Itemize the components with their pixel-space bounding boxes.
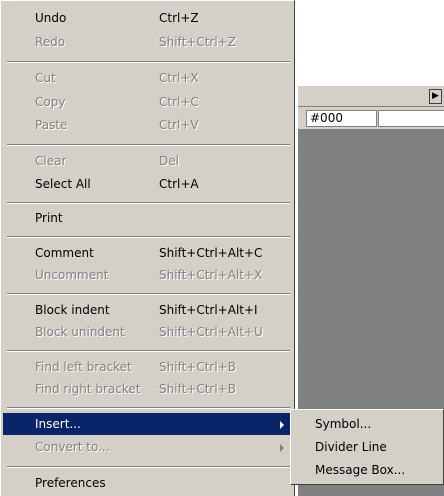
menu-separator bbox=[7, 350, 290, 352]
menu-item-convert-to[interactable]: Convert to... bbox=[3, 436, 292, 458]
color-value-field[interactable]: #000 bbox=[306, 110, 377, 127]
menu-item-shortcut: Ctrl+Z bbox=[159, 11, 199, 25]
menu-item-label: Undo bbox=[35, 11, 67, 25]
menu-item-block-indent[interactable]: Block indent Shift+Ctrl+Alt+I bbox=[3, 299, 292, 321]
menu-item-insert[interactable]: Insert... bbox=[3, 413, 292, 435]
menu-item-find-right-bracket[interactable]: Find right bracket Shift+Ctrl+B bbox=[3, 378, 292, 400]
menu-separator bbox=[7, 293, 290, 295]
insert-submenu: Symbol... Divider Line Message Box... bbox=[290, 409, 444, 485]
menu-item-comment[interactable]: Comment Shift+Ctrl+Alt+C bbox=[3, 242, 292, 264]
menu-separator bbox=[7, 407, 290, 409]
color-secondary-field[interactable] bbox=[378, 110, 444, 127]
menu-item-cut[interactable]: Cut Ctrl+X bbox=[3, 67, 292, 89]
menu-item-shortcut: Ctrl+V bbox=[159, 118, 199, 132]
menu-item-shortcut: Ctrl+X bbox=[159, 71, 199, 85]
menu-item-label: Comment bbox=[35, 246, 94, 260]
menu-item-shortcut: Shift+Ctrl+Alt+C bbox=[159, 246, 263, 260]
menu-item-label: Insert... bbox=[35, 417, 81, 431]
background-colorbar: #000 bbox=[298, 107, 444, 130]
edit-context-menu: Undo Ctrl+Z Redo Shift+Ctrl+Z Cut Ctrl+X… bbox=[0, 0, 295, 496]
menu-item-label: Copy bbox=[35, 95, 66, 109]
menu-item-label: Clear bbox=[35, 154, 67, 168]
menu-separator bbox=[7, 144, 290, 146]
menu-separator bbox=[7, 202, 290, 204]
menu-item-preferences[interactable]: Preferences bbox=[3, 472, 292, 494]
submenu-item-symbol[interactable]: Symbol... bbox=[315, 413, 371, 435]
background-toolbar: ▶ bbox=[298, 86, 444, 107]
menu-item-undo[interactable]: Undo Ctrl+Z bbox=[3, 7, 292, 29]
menu-item-shortcut: Shift+Ctrl+Z bbox=[159, 35, 236, 49]
menu-item-label: Cut bbox=[35, 71, 56, 85]
menu-item-shortcut: Shift+Ctrl+Alt+X bbox=[159, 268, 263, 282]
menu-item-uncomment[interactable]: Uncomment Shift+Ctrl+Alt+X bbox=[3, 264, 292, 286]
menu-item-label: Block indent bbox=[35, 303, 110, 317]
menu-item-print[interactable]: Print bbox=[3, 207, 292, 229]
menu-item-select-all[interactable]: Select All Ctrl+A bbox=[3, 173, 292, 195]
menu-item-shortcut: Shift+Ctrl+B bbox=[159, 382, 236, 396]
menu-item-label: Find left bracket bbox=[35, 360, 132, 374]
menu-item-shortcut: Ctrl+C bbox=[159, 95, 199, 109]
menu-item-shortcut: Del bbox=[159, 154, 179, 168]
menu-item-label: Paste bbox=[35, 118, 68, 132]
menu-item-label: Block unindent bbox=[35, 325, 125, 339]
menu-item-label: Preferences bbox=[35, 476, 106, 490]
menu-item-copy[interactable]: Copy Ctrl+C bbox=[3, 91, 292, 113]
menu-separator bbox=[7, 466, 290, 468]
menu-item-label: Redo bbox=[35, 35, 66, 49]
menu-item-shortcut: Shift+Ctrl+Alt+U bbox=[159, 325, 263, 339]
menu-item-find-left-bracket[interactable]: Find left bracket Shift+Ctrl+B bbox=[3, 356, 292, 378]
menu-item-shortcut: Ctrl+A bbox=[159, 177, 199, 191]
submenu-item-message-box[interactable]: Message Box... bbox=[315, 459, 405, 481]
scroll-right-arrow-icon[interactable]: ▶ bbox=[429, 89, 442, 104]
menu-separator bbox=[7, 236, 290, 238]
menu-item-paste[interactable]: Paste Ctrl+V bbox=[3, 114, 292, 136]
submenu-item-divider-line[interactable]: Divider Line bbox=[315, 436, 387, 458]
menu-item-shortcut: Shift+Ctrl+B bbox=[159, 360, 236, 374]
menu-separator bbox=[7, 61, 290, 63]
menu-item-shortcut: Shift+Ctrl+Alt+I bbox=[159, 303, 258, 317]
menu-item-label: Convert to... bbox=[35, 440, 110, 454]
menu-item-block-unindent[interactable]: Block unindent Shift+Ctrl+Alt+U bbox=[3, 321, 292, 343]
menu-item-label: Select All bbox=[35, 177, 91, 191]
menu-item-label: Uncomment bbox=[35, 268, 109, 282]
menu-item-clear[interactable]: Clear Del bbox=[3, 150, 292, 172]
menu-item-label: Print bbox=[35, 211, 63, 225]
menu-item-redo[interactable]: Redo Shift+Ctrl+Z bbox=[3, 31, 292, 53]
submenu-arrow-icon bbox=[280, 421, 284, 429]
menu-item-label: Find right bracket bbox=[35, 382, 141, 396]
submenu-arrow-icon bbox=[280, 444, 284, 452]
